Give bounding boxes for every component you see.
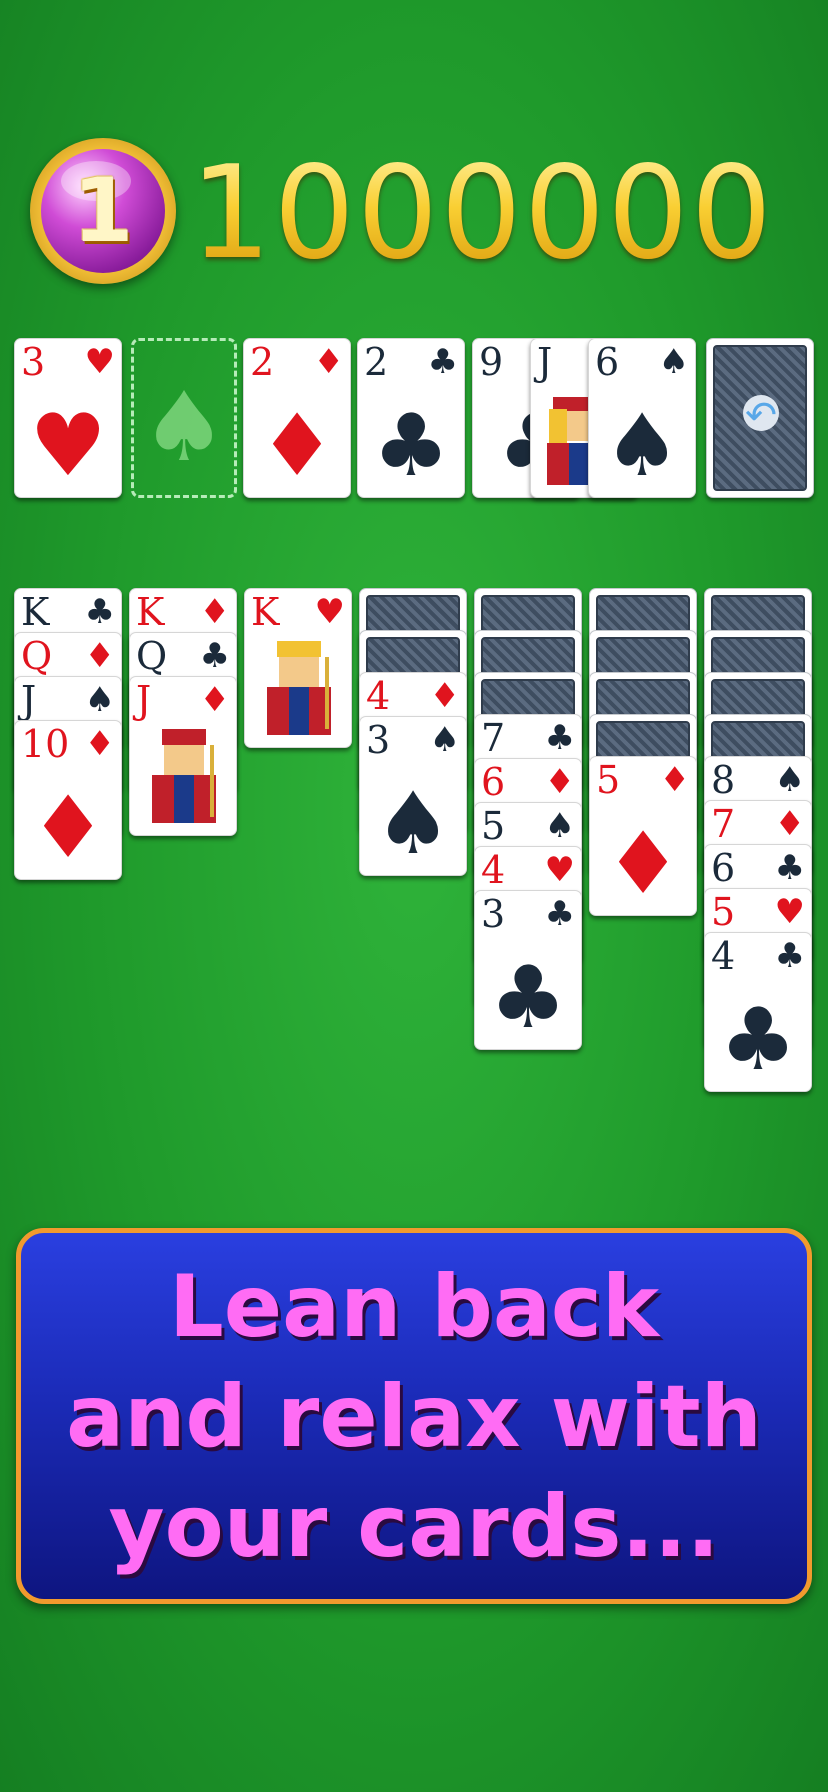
diamond-icon: ♦ bbox=[199, 680, 230, 720]
card-rank: 8 bbox=[711, 758, 736, 802]
club-icon: ♣ bbox=[199, 636, 230, 676]
card-rank: Q bbox=[21, 634, 53, 678]
card-rank: 4 bbox=[481, 848, 506, 892]
card-rank: 3 bbox=[481, 892, 506, 936]
card-rank: 4 bbox=[366, 674, 391, 718]
tableau-card-3-club[interactable]: 3 ♣ ♣ bbox=[474, 890, 582, 1050]
spade-icon: ♠ bbox=[774, 760, 805, 800]
card-rank: 2 bbox=[250, 340, 275, 384]
diamond-icon: ♦ bbox=[659, 760, 690, 800]
spade-icon: ♠ bbox=[658, 342, 689, 382]
card-rank: K bbox=[21, 590, 50, 634]
foundation-card-diamonds[interactable]: 2 ♦ ♦ bbox=[243, 338, 351, 498]
card-rank: 7 bbox=[711, 802, 736, 846]
card-rank: 4 bbox=[711, 934, 736, 978]
heart-icon: ♥ bbox=[314, 592, 345, 632]
heart-icon: ♥ bbox=[84, 342, 115, 382]
spade-icon: ♠ bbox=[544, 806, 575, 846]
diamond-icon: ♦ bbox=[774, 804, 805, 844]
card-rank: J bbox=[136, 678, 152, 722]
promo-banner: Lean back and relax with your cards... bbox=[16, 1228, 812, 1604]
card-rank: 6 bbox=[481, 760, 506, 804]
waste-card-top[interactable]: 6 ♠ ♠ bbox=[588, 338, 696, 498]
diamond-icon: ♦ bbox=[604, 814, 682, 914]
card-rank: 6 bbox=[595, 340, 620, 384]
diamond-icon: ♦ bbox=[258, 396, 336, 496]
tableau-card-3-spade[interactable]: 3 ♠ ♠ bbox=[359, 716, 467, 876]
diamond-icon: ♦ bbox=[544, 762, 575, 802]
foundation-empty-slot-spades[interactable]: ♠ bbox=[131, 338, 237, 498]
spade-icon: ♠ bbox=[429, 720, 460, 760]
tableau-card-J-diamond[interactable]: J ♦ bbox=[129, 676, 237, 836]
card-rank: K bbox=[251, 590, 280, 634]
club-icon: ♣ bbox=[719, 990, 797, 1090]
club-icon: ♣ bbox=[774, 936, 805, 976]
tableau-card-10-diamond[interactable]: 10 ♦ ♦ bbox=[14, 720, 122, 880]
card-rank: J bbox=[21, 678, 37, 722]
club-icon: ♣ bbox=[427, 342, 458, 382]
card-rank: 3 bbox=[21, 340, 46, 384]
card-rank: K bbox=[136, 590, 165, 634]
card-rank: J bbox=[537, 340, 553, 384]
card-rank: 5 bbox=[596, 758, 621, 802]
tableau-card-5-diamond[interactable]: 5 ♦ ♦ bbox=[589, 756, 697, 916]
card-rank: 5 bbox=[481, 804, 506, 848]
tableau-card-K-heart[interactable]: K ♥ bbox=[244, 588, 352, 748]
club-icon: ♣ bbox=[372, 396, 450, 496]
banner-line-2: and relax with bbox=[66, 1367, 762, 1467]
heart-icon: ♥ bbox=[544, 850, 575, 890]
diamond-icon: ♦ bbox=[84, 724, 115, 764]
king-face-icon bbox=[267, 641, 331, 735]
spade-icon: ♠ bbox=[84, 680, 115, 720]
tableau-card-4-club[interactable]: 4 ♣ ♣ bbox=[704, 932, 812, 1092]
diamond-icon: ♦ bbox=[313, 342, 344, 382]
spade-icon: ♠ bbox=[140, 371, 228, 483]
diamond-icon: ♦ bbox=[199, 592, 230, 632]
foundation-card-hearts[interactable]: 3 ♥ ♥ bbox=[14, 338, 122, 498]
level-number: 1 bbox=[72, 159, 134, 262]
card-rank: 2 bbox=[364, 340, 389, 384]
banner-line-3: your cards... bbox=[108, 1477, 720, 1577]
diamond-icon: ♦ bbox=[84, 636, 115, 676]
card-rank: 9 bbox=[479, 340, 504, 384]
club-icon: ♣ bbox=[489, 948, 567, 1048]
jack-face-icon bbox=[152, 729, 216, 823]
stock-pile[interactable]: ↶ bbox=[706, 338, 814, 498]
score-bar: 1 1000000 bbox=[0, 0, 828, 300]
card-rank: 5 bbox=[711, 890, 736, 934]
spade-icon: ♠ bbox=[603, 396, 681, 496]
club-icon: ♣ bbox=[544, 718, 575, 758]
club-icon: ♣ bbox=[544, 894, 575, 934]
score-counter: 1000000 bbox=[190, 144, 820, 284]
card-rank: 10 bbox=[21, 722, 70, 766]
club-icon: ♣ bbox=[84, 592, 115, 632]
heart-icon: ♥ bbox=[774, 892, 805, 932]
level-coin-icon[interactable]: 1 bbox=[30, 138, 176, 284]
card-rank: 6 bbox=[711, 846, 736, 890]
level-coin-face: 1 bbox=[41, 149, 165, 273]
card-rank: Q bbox=[136, 634, 168, 678]
card-rank: 3 bbox=[366, 718, 391, 762]
diamond-icon: ♦ bbox=[29, 778, 107, 878]
diamond-icon: ♦ bbox=[429, 676, 460, 716]
undo-arrow-icon: ↶ bbox=[743, 395, 779, 435]
club-icon: ♣ bbox=[774, 848, 805, 888]
foundation-card-clubs[interactable]: 2 ♣ ♣ bbox=[357, 338, 465, 498]
spade-icon: ♠ bbox=[374, 774, 452, 874]
card-rank: 7 bbox=[481, 716, 506, 760]
heart-icon: ♥ bbox=[29, 396, 107, 496]
banner-line-1: Lean back bbox=[168, 1257, 660, 1357]
